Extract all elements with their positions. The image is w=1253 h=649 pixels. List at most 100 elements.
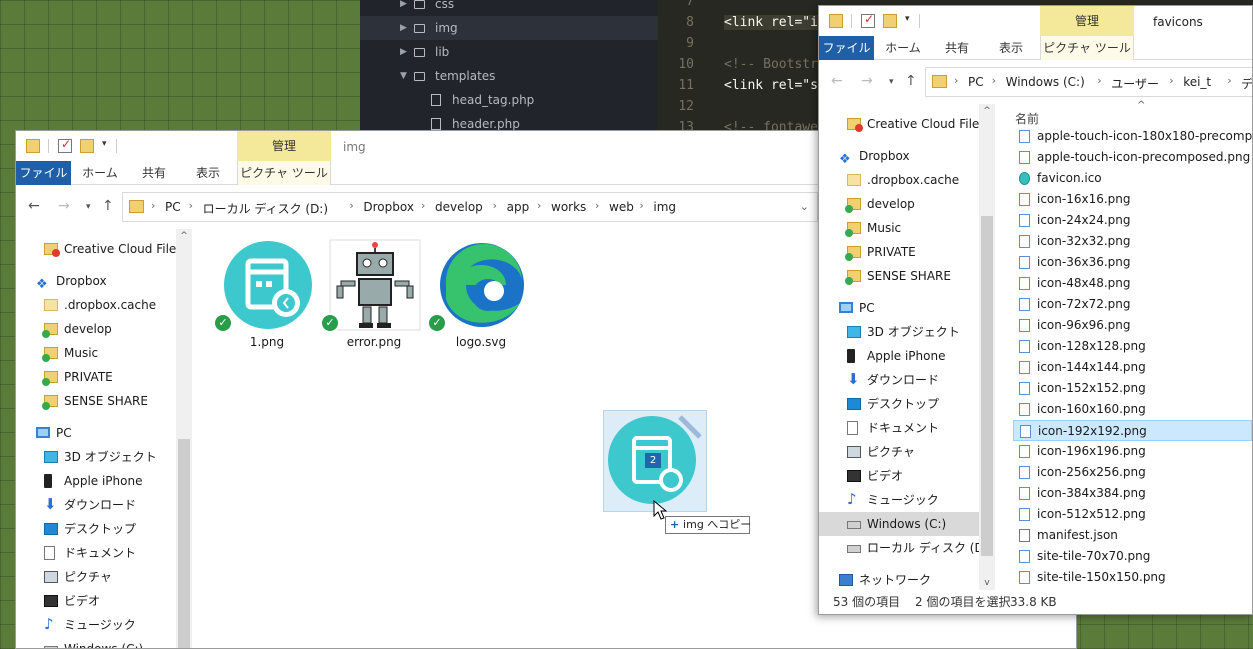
nav-item[interactable]: Windows (C:) (16, 637, 192, 648)
chevron-down-icon[interactable]: ▾ (102, 139, 112, 153)
nav-item[interactable]: Apple iPhone (16, 469, 192, 493)
breadcrumb-item[interactable]: PC (968, 75, 984, 89)
file-row[interactable]: icon-256x256.png (1013, 462, 1252, 483)
breadcrumb-chevron-icon[interactable]: › (954, 74, 958, 87)
nav-item[interactable]: PC (16, 421, 192, 445)
nav-item[interactable]: Creative Cloud Files (16, 237, 192, 261)
breadcrumb-item[interactable]: Dropbox (363, 200, 414, 214)
tab-home[interactable]: ホーム (76, 161, 124, 185)
breadcrumb-chevron-icon[interactable]: › (151, 199, 155, 212)
nav-item[interactable]: ♪ ミュージック (819, 488, 995, 512)
file-tile[interactable]: ✓ 1.png (213, 239, 312, 357)
address-field[interactable]: › PC › Windows (C:) › ユーザー › kei_t › デスクトップ (925, 67, 1252, 97)
file-row[interactable]: icon-512x512.png (1013, 504, 1252, 525)
scroll-thumb[interactable] (178, 439, 190, 648)
file-tile[interactable]: ✓ logo.svg (427, 239, 526, 357)
nav-item[interactable]: ドキュメント (819, 416, 995, 440)
new-folder-icon[interactable] (80, 139, 94, 153)
breadcrumb-chevron-icon[interactable]: › (992, 74, 996, 87)
nav-item[interactable]: develop (16, 317, 192, 341)
nav-item[interactable]: develop (819, 192, 995, 216)
breadcrumb-item[interactable]: デスクトップ (1241, 75, 1252, 92)
file-row[interactable]: icon-48x48.png (1013, 273, 1252, 294)
breadcrumb-item[interactable]: develop (435, 200, 483, 214)
nav-item[interactable]: ローカル ディスク (D:) (819, 536, 995, 560)
folder-icon[interactable] (829, 14, 843, 28)
breadcrumb-chevron-icon[interactable]: › (595, 199, 599, 212)
breadcrumb-chevron-icon[interactable]: › (537, 199, 541, 212)
breadcrumb-item[interactable]: img (653, 200, 676, 214)
nav-item[interactable]: PRIVATE (819, 240, 995, 264)
back-arrow-icon[interactable]: ← (28, 198, 40, 214)
nav-scrollbar[interactable]: ^ (176, 229, 192, 648)
tab-file[interactable]: ファイル (16, 161, 71, 185)
nav-item[interactable]: SENSE SHARE (819, 264, 995, 288)
file-row[interactable]: icon-36x36.png (1013, 252, 1252, 273)
nav-item[interactable]: ドキュメント (16, 541, 192, 565)
nav-item[interactable]: ⬇ ダウンロード (16, 493, 192, 517)
file-row[interactable]: icon-72x72.png (1013, 294, 1252, 315)
new-folder-icon[interactable] (883, 14, 897, 28)
breadcrumb-chevron-icon[interactable]: › (1227, 74, 1231, 87)
tree-item[interactable]: ▶ img (360, 16, 658, 40)
nav-item[interactable]: PC (819, 296, 995, 320)
breadcrumb-chevron-icon[interactable]: › (421, 199, 425, 212)
column-header-name[interactable]: 名前 (1015, 110, 1039, 127)
file-row[interactable]: icon-16x16.png (1013, 189, 1252, 210)
breadcrumb-item[interactable]: ユーザー (1111, 75, 1159, 92)
chevron-down-icon[interactable]: ⌄ (800, 200, 809, 213)
file-row[interactable]: apple-touch-icon-180x180-precomposed.png (1013, 126, 1252, 147)
manage-tab[interactable]: 管理 (1040, 6, 1134, 36)
breadcrumb-chevron-icon[interactable]: › (1097, 74, 1101, 87)
tab-picture-tools[interactable]: ピクチャ ツール (1040, 36, 1134, 60)
nav-item[interactable]: ピクチャ (16, 565, 192, 589)
breadcrumb-item[interactable]: works (551, 200, 586, 214)
nav-scrollbar[interactable]: ^ v (979, 104, 995, 590)
tree-item[interactable]: header.php (360, 112, 658, 130)
nav-item[interactable]: ビデオ (819, 464, 995, 488)
file-row[interactable]: icon-96x96.png (1013, 315, 1252, 336)
file-row[interactable]: icon-192x192.png (1013, 420, 1252, 441)
tree-item[interactable]: ▶ css (360, 0, 658, 16)
file-tile[interactable]: ✓ error.png (320, 239, 421, 357)
file-row[interactable]: icon-24x24.png (1013, 210, 1252, 231)
nav-item[interactable]: ❖ Dropbox (16, 269, 192, 293)
chevron-down-icon[interactable]: ▾ (905, 14, 915, 28)
nav-item[interactable]: ⬇ ダウンロード (819, 368, 995, 392)
file-row[interactable]: icon-32x32.png (1013, 231, 1252, 252)
breadcrumb-chevron-icon[interactable]: › (1169, 74, 1173, 87)
breadcrumb-chevron-icon[interactable]: › (493, 199, 497, 212)
file-row[interactable]: favicon.ico (1013, 168, 1252, 189)
nav-item[interactable]: SENSE SHARE (16, 389, 192, 413)
properties-icon[interactable] (58, 137, 72, 153)
tab-home[interactable]: ホーム (879, 36, 927, 60)
nav-item[interactable]: 3D オブジェクト (16, 445, 192, 469)
file-row[interactable]: icon-384x384.png (1013, 483, 1252, 504)
manage-tab[interactable]: 管理 (237, 131, 331, 161)
nav-item[interactable]: PRIVATE (16, 365, 192, 389)
tab-share[interactable]: 共有 (933, 36, 981, 60)
up-arrow-icon[interactable]: ↑ (102, 198, 114, 214)
file-row[interactable]: site-tile-150x150.png (1013, 567, 1252, 588)
nav-item[interactable]: ネットワーク (819, 568, 995, 590)
tree-item[interactable]: ▼ templates (360, 64, 658, 88)
forward-arrow-icon[interactable]: → (58, 198, 70, 214)
tab-view[interactable]: 表示 (184, 161, 232, 185)
nav-item[interactable]: Windows (C:) (819, 512, 995, 536)
nav-item[interactable]: Creative Cloud Files (819, 112, 995, 136)
file-row[interactable]: manifest.json (1013, 525, 1252, 546)
file-row[interactable]: site-tile-70x70.png (1013, 546, 1252, 567)
tree-item[interactable]: ▶ lib (360, 40, 658, 64)
nav-item[interactable]: デスクトップ (819, 392, 995, 416)
properties-icon[interactable] (861, 12, 875, 28)
title-bar[interactable]: ▾ 管理 favicons (819, 6, 1252, 36)
tab-share[interactable]: 共有 (130, 161, 178, 185)
scroll-up-icon[interactable]: ^ (979, 106, 995, 116)
tab-file[interactable]: ファイル (819, 36, 874, 60)
breadcrumb-chevron-icon[interactable]: › (189, 199, 193, 212)
address-field[interactable]: ⌄ › PC › ローカル ディスク (D:) › Dropbox › develop › app… (122, 192, 818, 222)
breadcrumb-item[interactable]: web (609, 200, 634, 214)
nav-item[interactable]: デスクトップ (16, 517, 192, 541)
nav-item[interactable]: Apple iPhone (819, 344, 995, 368)
breadcrumb-item[interactable]: PC (165, 200, 181, 214)
